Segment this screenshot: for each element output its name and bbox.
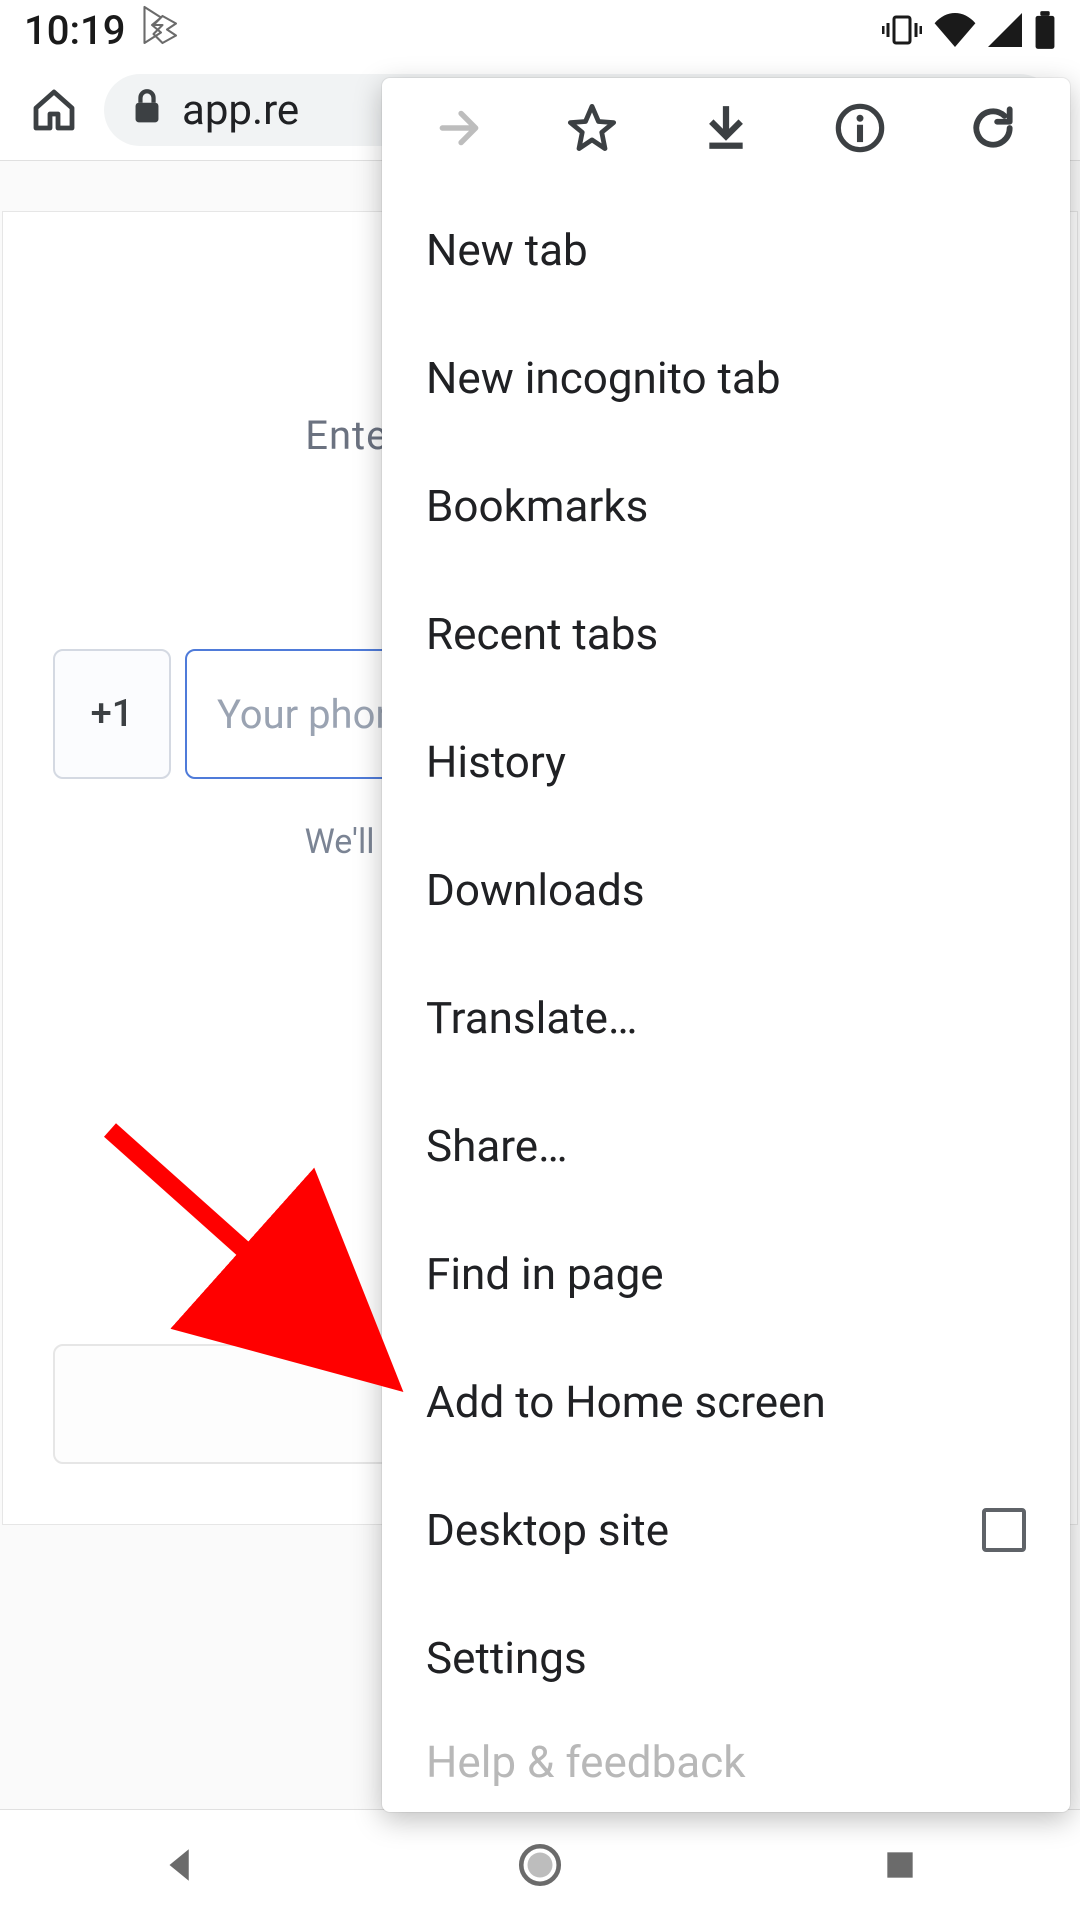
desktop-site-checkbox[interactable] bbox=[982, 1508, 1026, 1552]
menu-item-label: Downloads bbox=[426, 864, 645, 916]
menu-item-label: Help & feedback bbox=[426, 1736, 746, 1788]
menu-icon-row bbox=[382, 78, 1070, 178]
lock-icon bbox=[132, 86, 162, 135]
menu-item-desktop-site[interactable]: Desktop site bbox=[382, 1466, 1070, 1594]
menu-item-label: Find in page bbox=[426, 1248, 664, 1300]
menu-item-label: Translate… bbox=[426, 992, 637, 1044]
recents-nav-button[interactable] bbox=[860, 1825, 940, 1905]
status-time: 10:19 bbox=[24, 7, 125, 54]
menu-item-help-feedback[interactable]: Help & feedback bbox=[382, 1722, 1070, 1812]
home-button[interactable] bbox=[24, 80, 84, 140]
menu-item-recent-tabs[interactable]: Recent tabs bbox=[382, 570, 1070, 698]
vibrate-icon bbox=[882, 13, 922, 47]
menu-item-label: New incognito tab bbox=[426, 352, 781, 404]
wifi-icon bbox=[934, 13, 976, 47]
menu-item-new-incognito-tab[interactable]: New incognito tab bbox=[382, 314, 1070, 442]
home-nav-button[interactable] bbox=[500, 1825, 580, 1905]
menu-item-new-tab[interactable]: New tab bbox=[382, 186, 1070, 314]
menu-item-label: Bookmarks bbox=[426, 480, 648, 532]
android-nav-bar bbox=[0, 1810, 1080, 1920]
menu-item-add-to-home-screen[interactable]: Add to Home screen bbox=[382, 1338, 1070, 1466]
menu-item-bookmarks[interactable]: Bookmarks bbox=[382, 442, 1070, 570]
bookmark-star-button[interactable] bbox=[557, 93, 627, 163]
forward-button[interactable] bbox=[424, 93, 494, 163]
menu-item-label: History bbox=[426, 736, 566, 788]
country-code-select[interactable]: +1 bbox=[53, 649, 171, 779]
menu-item-label: New tab bbox=[426, 224, 588, 276]
menu-item-settings[interactable]: Settings bbox=[382, 1594, 1070, 1722]
chrome-overflow-menu: New tab New incognito tab Bookmarks Recent … bbox=[382, 78, 1070, 1812]
menu-item-find-in-page[interactable]: Find in page bbox=[382, 1210, 1070, 1338]
status-bar: 10:19 bbox=[0, 0, 1080, 60]
menu-item-share[interactable]: Share… bbox=[382, 1082, 1070, 1210]
cell-signal-icon bbox=[988, 13, 1022, 47]
url-text: app.re bbox=[182, 86, 299, 135]
back-nav-button[interactable] bbox=[140, 1825, 220, 1905]
menu-item-label: Desktop site bbox=[426, 1504, 669, 1556]
menu-item-label: Add to Home screen bbox=[426, 1376, 826, 1428]
menu-item-history[interactable]: History bbox=[382, 698, 1070, 826]
menu-item-label: Share… bbox=[426, 1120, 568, 1172]
battery-icon bbox=[1034, 11, 1056, 49]
play-store-icon bbox=[143, 5, 179, 55]
menu-item-label: Recent tabs bbox=[426, 608, 658, 660]
menu-item-label: Settings bbox=[426, 1632, 587, 1684]
page-info-button[interactable] bbox=[825, 93, 895, 163]
reload-button[interactable] bbox=[958, 93, 1028, 163]
menu-item-translate[interactable]: Translate… bbox=[382, 954, 1070, 1082]
menu-item-downloads[interactable]: Downloads bbox=[382, 826, 1070, 954]
download-page-button[interactable] bbox=[691, 93, 761, 163]
